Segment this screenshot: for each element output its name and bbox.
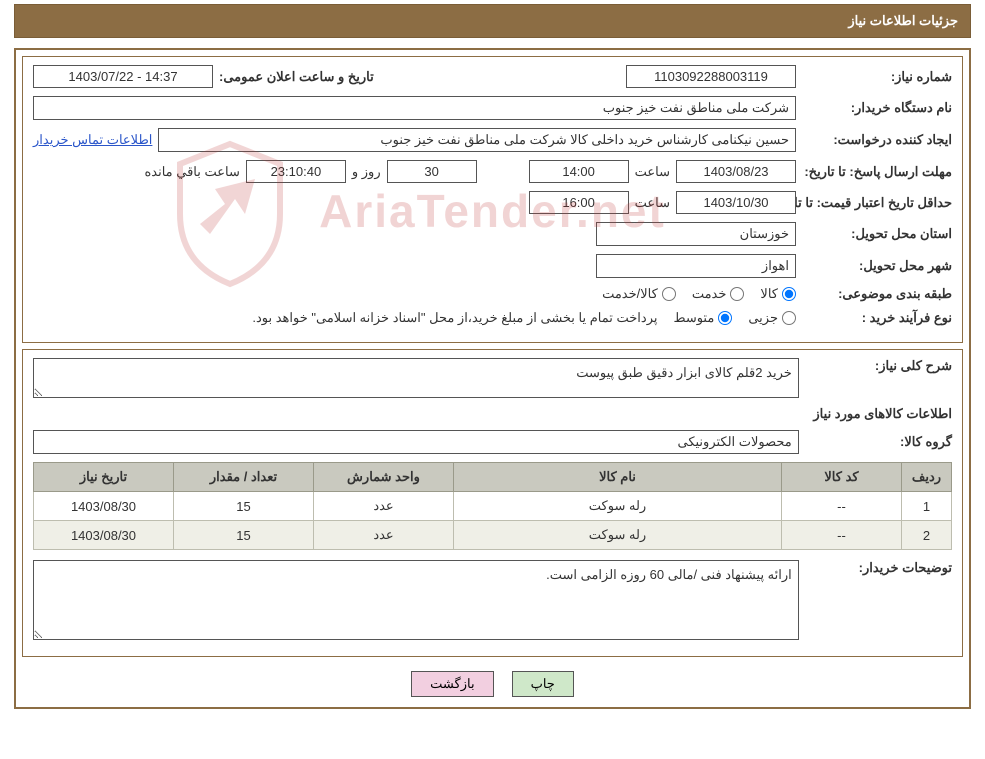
buyer-org-label: نام دستگاه خریدار: [802,100,952,116]
buyer-notes-textarea[interactable]: ارائه پیشنهاد فنی /مالی 60 روزه الزامی ا… [33,560,799,640]
announce-datetime-field: 14:37 - 1403/07/22 [33,65,213,88]
cell-unit: عدد [314,492,454,521]
radio-goods-service-input[interactable] [662,287,676,301]
requester-label: ایجاد کننده درخواست: [802,132,952,148]
items-table: ردیف کد کالا نام کالا واحد شمارش تعداد /… [33,462,952,550]
cell-qty: 15 [174,521,314,550]
need-desc-textarea[interactable]: خرید 2قلم کالای ابزار دقیق طبق پیوست [33,358,799,398]
back-button[interactable]: بازگشت [411,671,493,697]
header-section: شماره نیاز: 1103092288003119 تاریخ و ساع… [22,56,963,343]
cell-qty: 15 [174,492,314,521]
response-time-field: 14:00 [529,160,629,183]
cell-name: رله سوکت [454,492,782,521]
hour-label-1: ساعت [635,164,670,180]
button-row: چاپ بازگشت [22,663,963,701]
table-row: 1--رله سوکتعدد151403/08/30 [34,492,952,521]
days-and-label: روز و [352,164,381,180]
goods-info-heading: اطلاعات کالاهای مورد نیاز [33,406,952,422]
cell-date: 1403/08/30 [34,521,174,550]
detail-section: شرح کلی نیاز: خرید 2قلم کالای ابزار دقیق… [22,349,963,657]
table-row: 2--رله سوکتعدد151403/08/30 [34,521,952,550]
goods-group-field: محصولات الکترونیکی [33,430,799,454]
th-code: کد کالا [782,463,902,492]
th-index: ردیف [902,463,952,492]
cell-idx: 1 [902,492,952,521]
topic-class-label: طبقه بندی موضوعی: [802,286,952,302]
requester-field: حسین نیکنامی کارشناس خرید داخلی کالا شرک… [158,128,796,152]
response-remaining-field: 23:10:40 [246,160,346,183]
cell-idx: 2 [902,521,952,550]
need-number-field: 1103092288003119 [626,65,796,88]
th-unit: واحد شمارش [314,463,454,492]
title-bar: جزئیات اطلاعات نیاز [14,4,971,38]
need-desc-label: شرح کلی نیاز: [805,358,952,374]
buyer-contact-link[interactable]: اطلاعات تماس خریدار [33,132,152,148]
cell-code: -- [782,521,902,550]
response-deadline-label: مهلت ارسال پاسخ: تا تاریخ: [802,164,952,180]
announce-datetime-label: تاریخ و ساعت اعلان عمومی: [219,69,374,85]
print-button[interactable]: چاپ [512,671,574,697]
price-validity-date-field: 1403/10/30 [676,191,796,214]
radio-goods-input[interactable] [782,287,796,301]
radio-partial[interactable]: جزیی [748,310,796,326]
cell-date: 1403/08/30 [34,492,174,521]
radio-medium[interactable]: متوسط [673,310,732,326]
need-number-label: شماره نیاز: [802,69,952,85]
delivery-province-field: خوزستان [596,222,796,246]
delivery-province-label: استان محل تحویل: [802,226,952,242]
response-days-field: 30 [387,160,477,183]
goods-group-label: گروه کالا: [805,434,952,450]
radio-partial-input[interactable] [782,311,796,325]
th-name: نام کالا [454,463,782,492]
buy-type-label: نوع فرآیند خرید : [802,310,952,326]
radio-medium-input[interactable] [718,311,732,325]
buyer-org-field: شرکت ملی مناطق نفت خیز جنوب [33,96,796,120]
payment-note: پرداخت تمام یا بخشی از مبلغ خرید،از محل … [252,310,657,326]
delivery-city-field: اهواز [596,254,796,278]
outer-frame: شماره نیاز: 1103092288003119 تاریخ و ساع… [14,48,971,709]
cell-code: -- [782,492,902,521]
price-validity-label: حداقل تاریخ اعتبار قیمت: تا تاریخ: [802,195,952,211]
cell-name: رله سوکت [454,521,782,550]
radio-service[interactable]: خدمت [692,286,745,302]
buyer-notes-label: توضیحات خریدار: [805,560,952,576]
radio-goods[interactable]: کالا [760,286,796,302]
th-date: تاریخ نیاز [34,463,174,492]
hour-label-2: ساعت [635,195,670,211]
radio-goods-service[interactable]: کالا/خدمت [602,286,676,302]
remaining-label: ساعت باقي مانده [144,164,239,180]
table-header-row: ردیف کد کالا نام کالا واحد شمارش تعداد /… [34,463,952,492]
cell-unit: عدد [314,521,454,550]
response-date-field: 1403/08/23 [676,160,796,183]
radio-service-input[interactable] [730,287,744,301]
th-qty: تعداد / مقدار [174,463,314,492]
delivery-city-label: شهر محل تحویل: [802,258,952,274]
price-validity-time-field: 16:00 [529,191,629,214]
